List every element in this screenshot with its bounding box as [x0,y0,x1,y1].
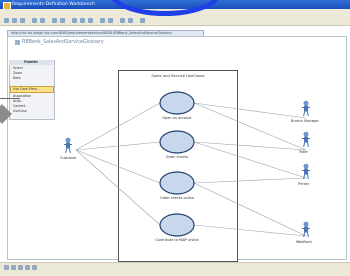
actor-webbank-label: WebBank [296,240,312,244]
use-case-order-checks-ellipse[interactable] [159,130,195,154]
decorative-connector-line [0,98,20,99]
assoc-contribute-webbank [193,224,307,237]
status-icon-3 [18,265,23,270]
actor-branch-manager-figure[interactable] [302,100,310,117]
assoc-order-checks-printer [193,141,307,179]
assoc-order-checks-online-webbank [193,182,307,237]
status-icon-5 [32,265,37,270]
assoc-order-checks-online-printer [193,177,307,184]
actor-customer-figure[interactable] [64,137,72,154]
actor-teller-figure[interactable] [302,131,310,148]
use-case-contribute-ellipse[interactable] [159,213,195,237]
association-lines [75,102,307,237]
assoc-customer-contribute [75,149,161,226]
use-case-open-account-ellipse[interactable] [159,91,195,115]
use-case-order-checks-label: Order checks [165,155,189,159]
use-case-contribute-label: Contribute to MAIP online [155,238,199,242]
actor-teller-label: Teller [299,150,308,154]
actor-printer-figure[interactable] [302,163,310,180]
actor-customer-label: Customer [60,156,77,160]
actor-branch-manager-label: Branch Manager [291,119,319,123]
use-case-diagram-canvas [64,91,310,238]
actor-printer-label: Printer [298,182,310,186]
status-icon-2 [11,265,16,270]
status-icon-1 [4,265,9,270]
status-icon-4 [25,265,30,270]
use-case-order-checks-online-ellipse[interactable] [159,171,195,195]
use-case-order-checks-online-label: Order checks online [160,196,194,200]
use-case-open-account-label: Open an account [162,116,192,120]
assoc-open-account-branch-manager [193,102,307,119]
status-bar [0,262,350,276]
